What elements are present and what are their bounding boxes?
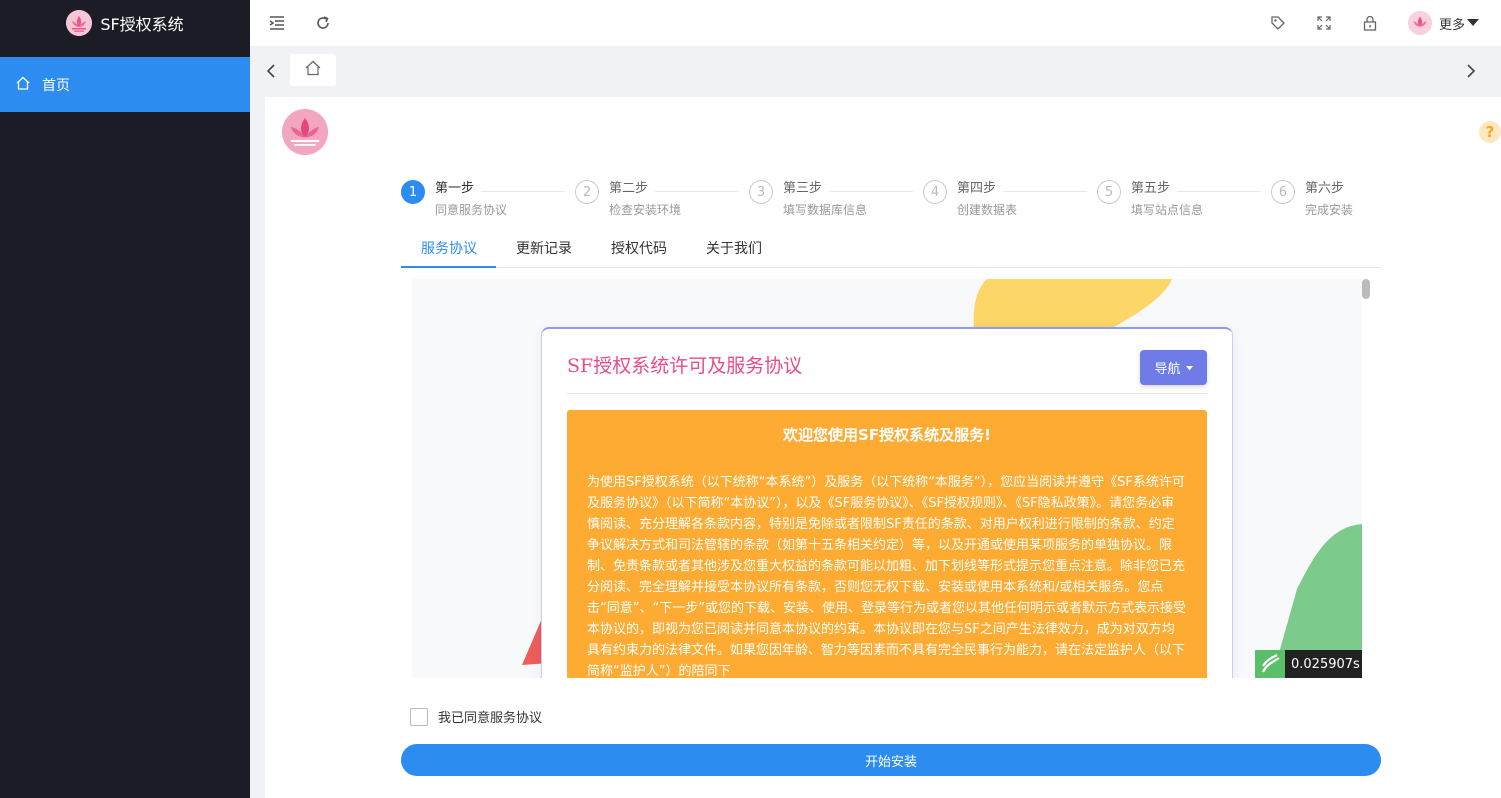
step-title: 第六步: [1305, 180, 1349, 198]
lotus-logo-icon: [66, 10, 93, 36]
home-icon: [305, 60, 321, 80]
refresh-icon[interactable]: [312, 12, 334, 34]
nav-dropdown-button[interactable]: 导航: [1140, 350, 1207, 385]
step-connector: [1003, 191, 1087, 192]
step-connector: [481, 191, 565, 192]
step-connector: [655, 191, 739, 192]
tab-about-us[interactable]: 关于我们: [706, 238, 762, 258]
agreement-body: 为使用SF授权系统（以下统称“本系统”）及服务（以下统称“本服务”），您应当阅读…: [587, 475, 1186, 678]
tag-icon[interactable]: [1267, 12, 1289, 34]
tab-home[interactable]: [290, 54, 336, 86]
brand-title: SF授权系统: [100, 15, 184, 34]
sidebar: SF授权系统 首页: [0, 0, 250, 798]
step-4: 4 第四步 创建数据表: [923, 180, 1097, 220]
collapse-menu-icon[interactable]: [266, 12, 288, 34]
step-title: 第一步: [435, 180, 479, 198]
step-number: 3: [749, 180, 773, 204]
caret-down-icon: [1185, 360, 1193, 375]
avatar[interactable]: [1408, 11, 1432, 35]
step-connector: [1177, 191, 1261, 192]
step-2: 2 第二步 检查安装环境: [575, 180, 749, 220]
chevron-right-icon[interactable]: [1460, 60, 1482, 82]
top-header: 更多: [250, 0, 1501, 46]
chevron-left-icon[interactable]: [260, 60, 282, 82]
step-title: 第三步: [783, 180, 827, 198]
divider: [567, 393, 1207, 394]
timer-logo-icon: [1255, 650, 1285, 678]
step-desc: 同意服务协议: [435, 203, 508, 217]
step-number: 2: [575, 180, 599, 204]
active-tab-indicator: [401, 266, 496, 268]
agreement-frame[interactable]: SF授权系统许可及服务协议 导航 欢迎您使用SF授权系统及服务! 为使用SF授权…: [412, 279, 1362, 678]
lock-icon[interactable]: [1359, 12, 1381, 34]
step-desc: 完成安装: [1305, 203, 1354, 217]
step-desc: 填写站点信息: [1131, 203, 1204, 217]
tab-update-log[interactable]: 更新记录: [516, 238, 572, 258]
load-timer: 0.025907s: [1255, 650, 1362, 678]
brand[interactable]: SF授权系统: [0, 0, 250, 46]
start-install-label: 开始安装: [864, 754, 917, 770]
step-title: 第二步: [609, 180, 653, 198]
step-1: 1 第一步 同意服务协议: [401, 180, 575, 220]
start-install-button[interactable]: 开始安装: [401, 744, 1381, 776]
more-dropdown[interactable]: 更多: [1439, 14, 1480, 33]
step-number: 4: [923, 180, 947, 204]
fullscreen-icon[interactable]: [1313, 12, 1335, 34]
scrollbar[interactable]: [1362, 279, 1370, 299]
welcome-heading: 欢迎您使用SF授权系统及服务!: [783, 426, 991, 444]
step-connector: [829, 191, 913, 192]
step-desc: 检查安装环境: [609, 203, 682, 217]
step-number: 5: [1097, 180, 1121, 204]
help-icon[interactable]: ?: [1479, 121, 1501, 143]
step-desc: 填写数据库信息: [783, 203, 868, 217]
step-title: 第四步: [957, 180, 1001, 198]
tab-bar: [250, 46, 1501, 97]
step-5: 5 第五步 填写站点信息: [1097, 180, 1271, 220]
more-label: 更多: [1439, 18, 1466, 33]
nav-label: 导航: [1154, 362, 1181, 377]
install-steps: 1 第一步 同意服务协议 2 第二步 检查安装环境 3 第三步 填写数据库信息 …: [401, 180, 1381, 220]
step-number: 1: [401, 180, 425, 204]
step-3: 3 第三步 填写数据库信息: [749, 180, 923, 220]
step-number: 6: [1271, 180, 1295, 204]
agreement-notice: 欢迎您使用SF授权系统及服务! 为使用SF授权系统（以下统称“本系统”）及服务（…: [567, 410, 1207, 678]
step-6: 6 第六步 完成安装: [1271, 180, 1445, 220]
caret-down-icon: [1467, 16, 1480, 31]
agreement-title: SF授权系统许可及服务协议: [567, 355, 803, 377]
step-desc: 创建数据表: [957, 203, 1018, 217]
tab-auth-code[interactable]: 授权代码: [611, 238, 667, 258]
timer-value: 0.025907s: [1285, 650, 1362, 678]
sidebar-item-home[interactable]: 首页: [0, 57, 250, 112]
agree-label: 我已同意服务协议: [438, 711, 543, 726]
agreement-card: SF授权系统许可及服务协议 导航 欢迎您使用SF授权系统及服务! 为使用SF授权…: [541, 327, 1233, 678]
main-content: ? 1 第一步 同意服务协议 2 第二步 检查安装环境 3 第三步 填写数据库信…: [265, 97, 1501, 798]
sidebar-item-label: 首页: [42, 77, 70, 94]
content-tabs: 服务协议 更新记录 授权代码 关于我们: [401, 232, 1381, 268]
step-title: 第五步: [1131, 180, 1175, 198]
home-icon: [16, 76, 30, 94]
agree-checkbox[interactable]: [410, 707, 428, 726]
agree-checkbox-row[interactable]: 我已同意服务协议: [410, 707, 542, 726]
lotus-logo-icon: [282, 109, 328, 155]
tab-service-agreement[interactable]: 服务协议: [421, 238, 477, 258]
